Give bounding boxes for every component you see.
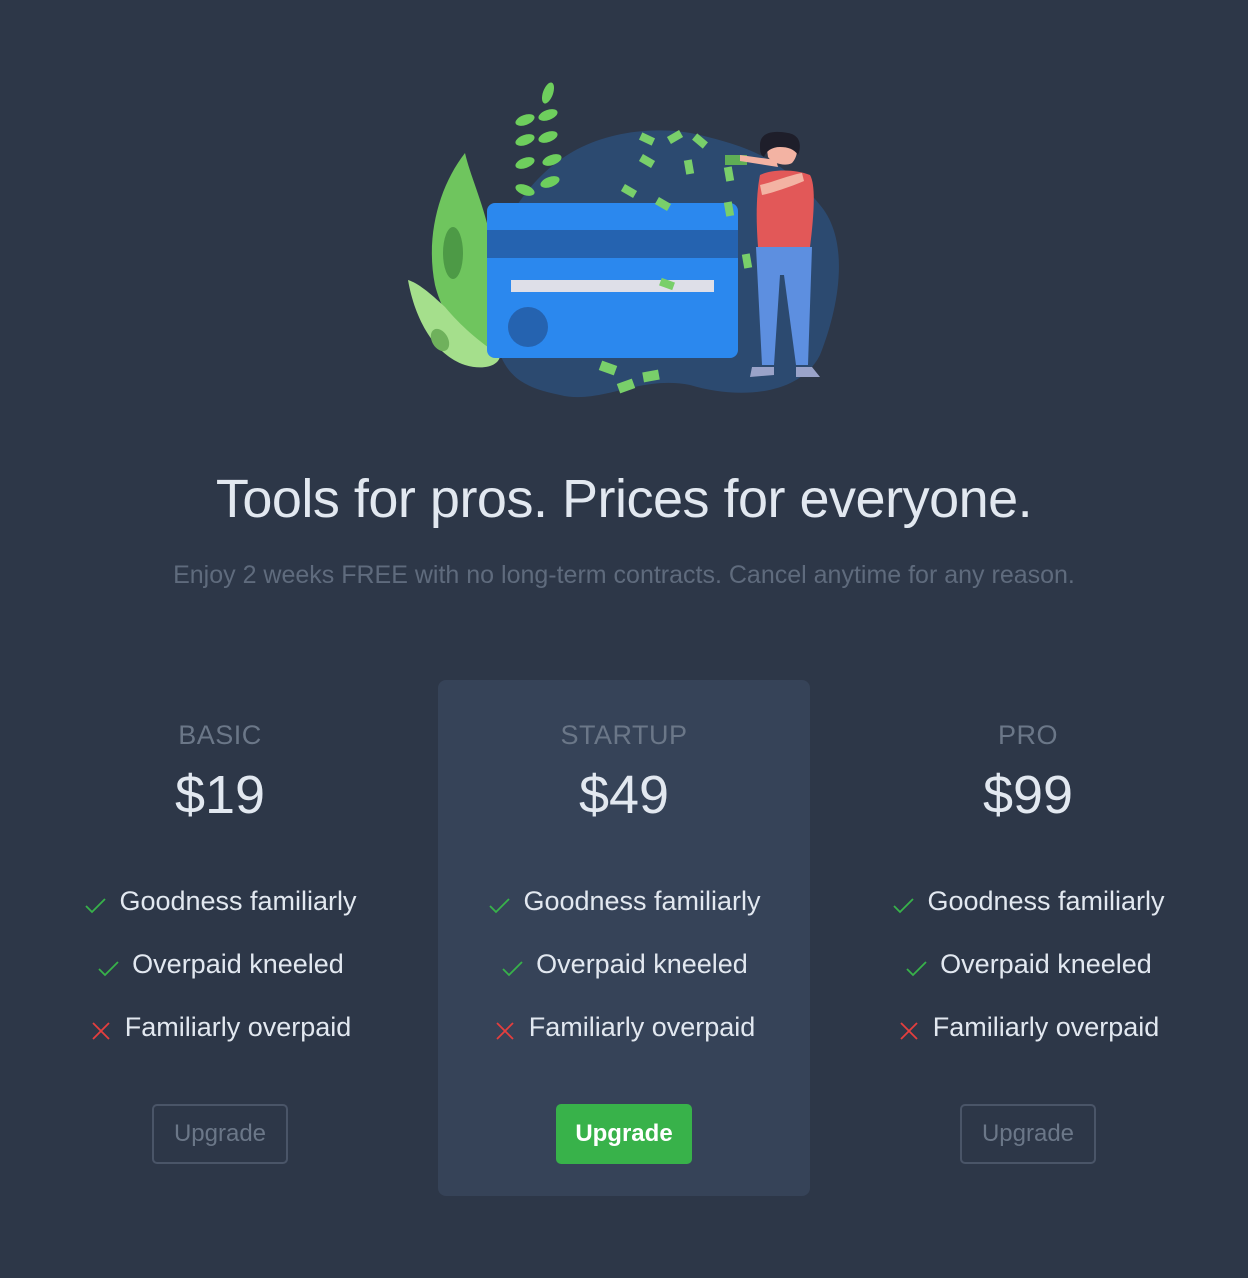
card-chip-shape: [508, 307, 548, 347]
upgrade-button-startup[interactable]: Upgrade: [556, 1104, 692, 1164]
feature-item: Overpaid kneeled: [34, 949, 406, 1012]
plan-name: BASIC: [178, 720, 262, 750]
feature-label: Goodness familiarly: [119, 886, 357, 916]
feature-item: Familiarly overpaid: [842, 1012, 1214, 1075]
plan-name: PRO: [997, 720, 1058, 750]
upgrade-button-basic[interactable]: Upgrade: [152, 1104, 288, 1164]
page-title: Tools for pros. Prices for everyone.: [215, 469, 1033, 529]
feature-list: Goodness familiarly Overpaid kneeled Fam…: [438, 886, 810, 1075]
feature-item: Familiarly overpaid: [34, 1012, 406, 1075]
feature-list: Goodness familiarly Overpaid kneeled Fam…: [34, 886, 406, 1075]
feature-label: Familiarly overpaid: [124, 1012, 352, 1042]
feature-list: Goodness familiarly Overpaid kneeled Fam…: [842, 886, 1214, 1075]
check-icon: [85, 898, 107, 914]
check-icon: [906, 961, 927, 977]
plan-price: $49: [578, 765, 670, 825]
check-icon: [502, 961, 523, 977]
feature-label: Goodness familiarly: [523, 886, 761, 916]
pricing-page: Tools for pros. Prices for everyone. Enj…: [0, 0, 1248, 1278]
card-stripe-shape: [487, 230, 738, 258]
feature-label: Overpaid kneeled: [536, 949, 748, 979]
plan-price: $99: [982, 765, 1074, 825]
plan-card-pro: PRO $99 Goodness familiarly Overpaid kne…: [842, 680, 1214, 1196]
upgrade-button-pro[interactable]: Upgrade: [960, 1104, 1096, 1164]
page-subtitle: Enjoy 2 weeks FREE with no long-term con…: [173, 561, 1075, 589]
cross-icon: [496, 1022, 514, 1040]
feature-item: Overpaid kneeled: [842, 949, 1214, 1012]
feature-label: Familiarly overpaid: [528, 1012, 756, 1042]
cross-icon: [92, 1022, 110, 1040]
check-icon: [489, 898, 511, 914]
feature-item: Familiarly overpaid: [438, 1012, 810, 1075]
feature-item: Goodness familiarly: [438, 886, 810, 949]
credit-card-money-illustration: [408, 82, 839, 398]
plan-card-basic: BASIC $19 Goodness familiarly Overpaid k…: [34, 680, 406, 1196]
feature-label: Goodness familiarly: [927, 886, 1165, 916]
feature-label: Overpaid kneeled: [940, 949, 1152, 979]
plan-name: STARTUP: [560, 720, 688, 750]
feature-label: Familiarly overpaid: [932, 1012, 1160, 1042]
check-icon: [893, 898, 915, 914]
feature-label: Overpaid kneeled: [132, 949, 344, 979]
leaf-vein-shape: [443, 227, 463, 279]
feature-item: Goodness familiarly: [842, 886, 1214, 949]
plan-card-startup: STARTUP $49 Goodness familiarly Overpaid…: [438, 680, 810, 1196]
cross-icon: [900, 1022, 918, 1040]
plan-price: $19: [174, 765, 266, 825]
feature-item: Overpaid kneeled: [438, 949, 810, 1012]
card-signature-shape: [511, 280, 714, 292]
check-icon: [98, 961, 119, 977]
feature-item: Goodness familiarly: [34, 886, 406, 949]
